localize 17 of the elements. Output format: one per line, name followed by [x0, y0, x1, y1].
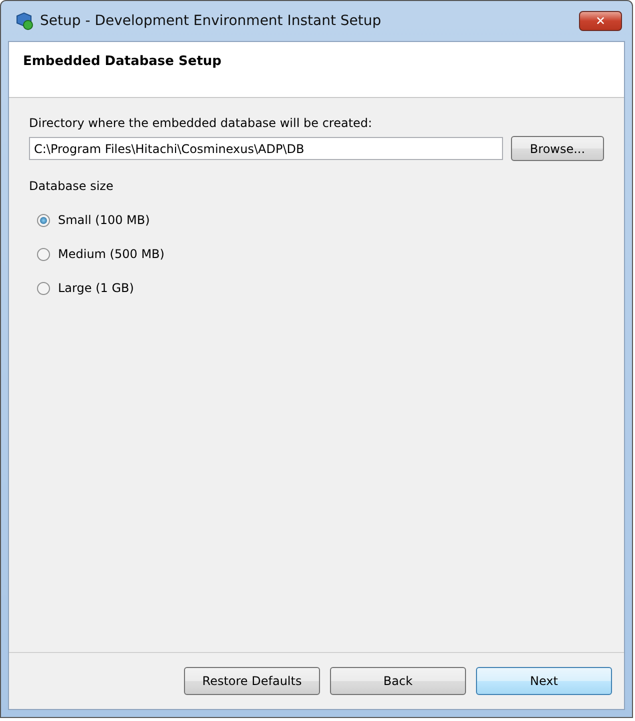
radio-label: Small (100 MB): [58, 212, 150, 229]
close-button[interactable]: ✕: [579, 11, 622, 31]
directory-label: Directory where the embedded database will be created:: [29, 115, 374, 132]
app-icon: [14, 11, 34, 31]
radio-button[interactable]: [37, 248, 50, 260]
browse-button[interactable]: Browse...: [511, 136, 604, 161]
size-label: Database size: [29, 178, 114, 195]
dialog-button[interactable]: Next: [476, 667, 612, 695]
radio-label: Large (1 GB): [58, 280, 134, 297]
directory-field[interactable]: C:\Program Files\Hitachi\Cosminexus\ADP\DB: [29, 137, 503, 160]
radio-button[interactable]: [37, 214, 50, 226]
radio-label: Medium (500 MB): [58, 246, 164, 263]
dialog-button[interactable]: Back: [330, 667, 466, 695]
window-title: Setup - Development Environment Instant Setup: [40, 12, 382, 30]
dialog-button[interactable]: Restore Defaults: [184, 667, 320, 695]
page-title: Embedded Database Setup: [23, 53, 222, 71]
radio-button[interactable]: [37, 282, 50, 294]
